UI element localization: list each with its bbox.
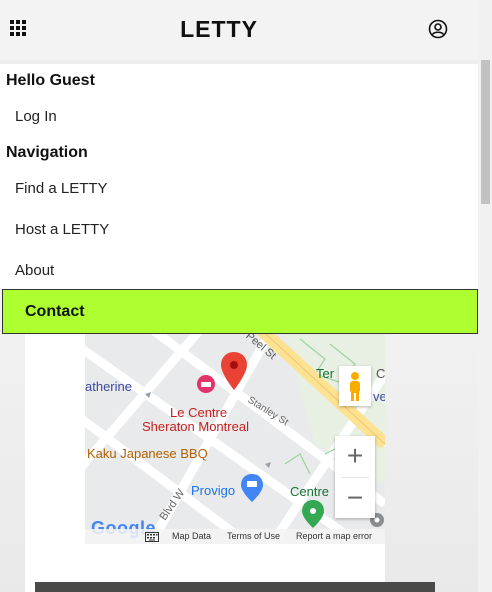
content-photo [35,582,435,592]
account-circle-icon[interactable] [428,19,448,39]
report-map-error-link[interactable]: Report a map error [296,531,372,541]
brand-title[interactable]: LETTY [0,16,438,43]
about-link[interactable]: About [15,262,54,279]
map-label-ter: Ter [316,366,335,381]
google-map[interactable]: Peel St atherine Le Centre Sheraton Mont… [85,334,385,544]
navigation-heading: Navigation [6,144,88,161]
find-letty-link[interactable]: Find a LETTY [15,180,108,197]
map-label-edge-e: ve [373,389,385,404]
map-label-hotel-line2: Sheraton Montreal [142,419,249,434]
map-label-centre: Centre [290,484,330,499]
scrollbar-thumb[interactable] [481,60,490,204]
shop-pin-icon [241,474,263,502]
street-view-pegman-icon[interactable] [339,366,371,406]
keyboard-icon[interactable] [145,532,159,542]
greeting-heading: Hello Guest [6,72,95,89]
contact-link[interactable]: Contact [2,289,478,334]
login-link[interactable]: Log In [15,108,57,125]
map-label-hotel-line1: Le Centre [170,405,228,420]
zoom-in-button[interactable]: + [335,436,375,476]
map-footer: Map Data Terms of Use Report a map error [85,529,385,544]
nav-menu: Hello Guest Log In Navigation Find a LET… [0,64,478,290]
map-label-catherine: atherine [85,379,132,394]
map-label-restaurant: Kaku Japanese BBQ [87,446,208,461]
zoom-controls: + − [335,436,375,518]
terms-of-use-link[interactable]: Terms of Use [227,531,280,541]
host-letty-link[interactable]: Host a LETTY [15,221,109,238]
zoom-out-button[interactable]: − [335,478,375,518]
map-data-link[interactable]: Map Data [172,531,211,541]
map-label-provigo: Provigo [191,483,236,498]
map-label-edge-c: C [376,366,385,381]
contact-label: Contact [25,303,85,320]
top-bar: LETTY [0,0,478,60]
